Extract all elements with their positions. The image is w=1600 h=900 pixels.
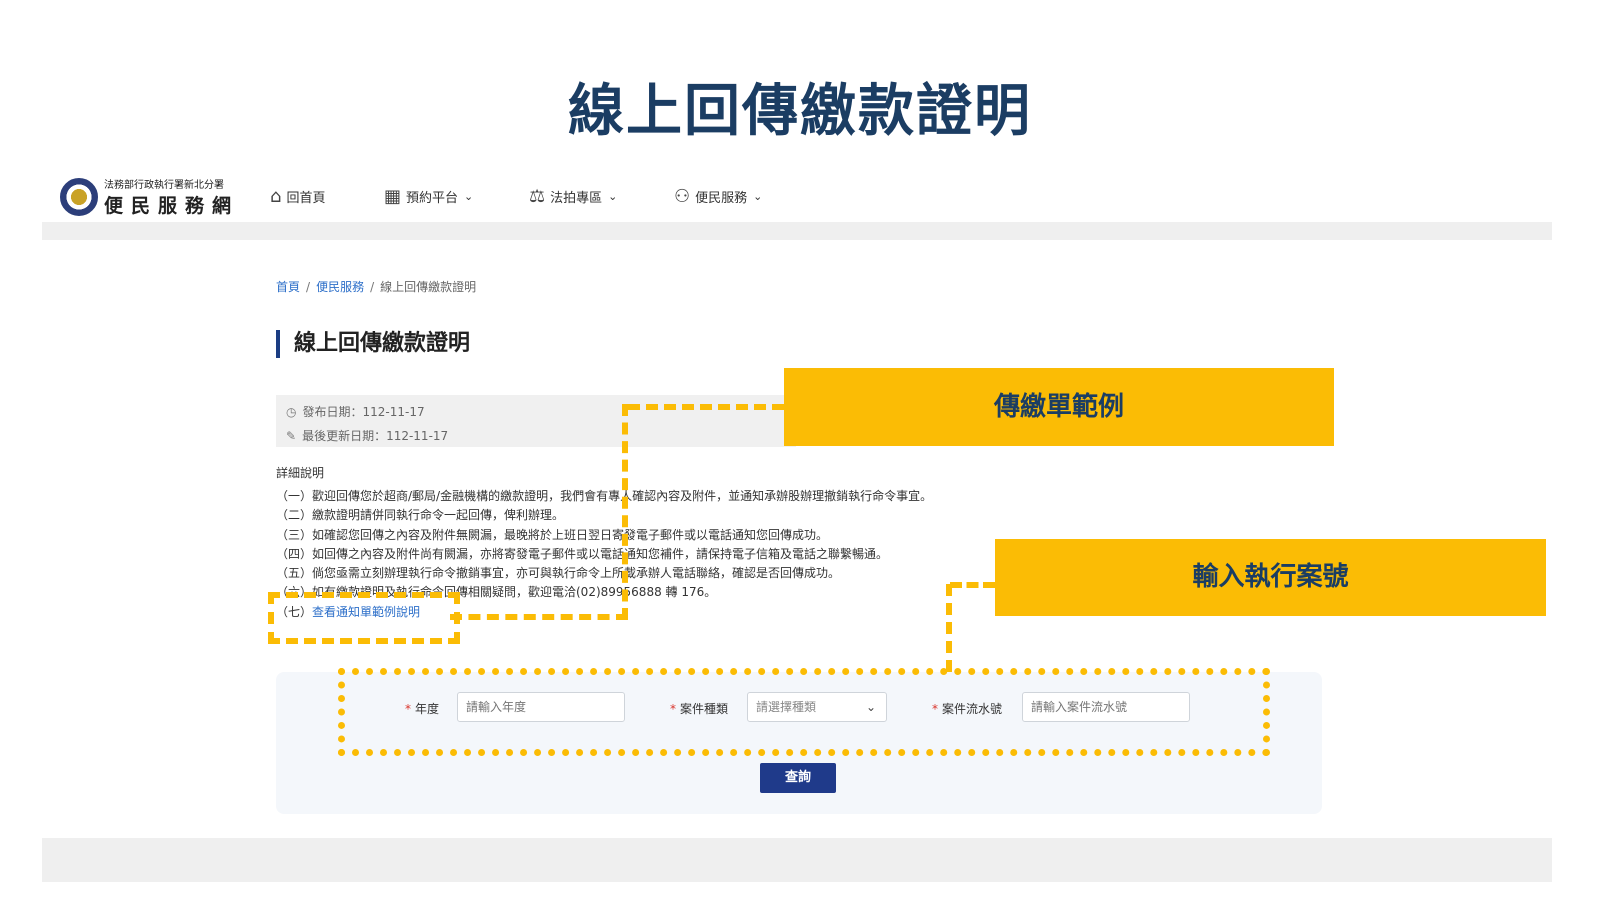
connector-line — [622, 404, 628, 620]
nav-item-booking[interactable]: ▦ 預約平台 ⌄ — [384, 186, 473, 207]
site-logo[interactable]: 法務部行政執行署新北分署 便民服務網 — [60, 176, 239, 218]
chevron-down-icon: ⌄ — [464, 190, 474, 203]
pencil-icon: ✎ — [286, 428, 297, 443]
header-divider-band — [42, 222, 1552, 240]
nav-item-label: 便民服務 — [695, 191, 748, 206]
agency-emblem-icon — [60, 178, 98, 216]
breadcrumb-section-link[interactable]: 便民服務 — [316, 280, 364, 294]
detail-item: （五）倘您亟需立刻辦理執行命令撤銷事宜，亦可與執行命令上所載承辦人電話聯絡，確認… — [276, 566, 841, 581]
search-button[interactable]: 查詢 — [760, 763, 836, 793]
highlight-link-box — [268, 592, 460, 644]
people-icon: ⚇ — [674, 186, 691, 207]
gavel-icon: ⚖ — [529, 186, 546, 207]
chevron-down-icon: ⌄ — [608, 190, 618, 203]
connector-line — [946, 584, 952, 672]
nav-item-home[interactable]: ⌂ 回首頁 — [270, 186, 325, 207]
connector-line — [950, 582, 995, 588]
callout-case-number: 輸入執行案號 — [995, 539, 1546, 616]
home-icon: ⌂ — [270, 186, 282, 207]
breadcrumb-current: 線上回傳繳款證明 — [380, 280, 477, 294]
breadcrumb-home-link[interactable]: 首頁 — [276, 280, 300, 294]
slide-title: 線上回傳繳款證明 — [568, 79, 1032, 144]
callout-notice-example: 傳繳單範例 — [784, 368, 1334, 446]
calendar-icon: ▦ — [384, 186, 402, 207]
chevron-down-icon: ⌄ — [753, 190, 763, 203]
page-title: 線上回傳繳款證明 — [276, 330, 470, 358]
clock-icon: ◷ — [286, 404, 297, 419]
footer-band — [42, 838, 1552, 882]
nav-item-services[interactable]: ⚇ 便民服務 ⌄ — [674, 186, 762, 207]
detail-item: （三）如確認您回傳之內容及附件無闕漏，最晚將於上班日翌日寄發電子郵件或以電話通知… — [276, 527, 829, 542]
detail-item: （二）繳款證明請併同執行命令一起回傳，俾利辦理。 — [276, 508, 565, 523]
detail-item: （四）如回傳之內容及附件尚有闕漏，亦將寄發電子郵件或以電話通知您補件，請保持電子… — [276, 546, 889, 561]
nav-item-auction[interactable]: ⚖ 法拍專區 ⌄ — [529, 186, 617, 207]
nav-item-label: 回首頁 — [286, 191, 326, 206]
updated-date: 最後更新日期：112-11-17 — [302, 429, 449, 443]
logo-site-name: 便民服務網 — [104, 195, 240, 217]
detail-item: （一）歡迎回傳您於超商/郵局/金融機構的繳款證明，我們會有專人確認內容及附件，並… — [276, 489, 933, 503]
detail-label: 詳細說明 — [276, 466, 325, 480]
connector-line — [450, 614, 628, 620]
published-date: 發布日期：112-11-17 — [302, 405, 425, 419]
meta-info-box: ◷ 發布日期：112-11-17 ✎ 最後更新日期：112-11-17 — [276, 395, 796, 447]
logo-agency-name: 法務部行政執行署新北分署 — [104, 180, 224, 191]
site-header: 法務部行政執行署新北分署 便民服務網 ⌂ 回首頁 ▦ 預約平台 ⌄ ⚖ 法拍專區… — [42, 170, 1552, 226]
nav-item-label: 法拍專區 — [550, 191, 603, 206]
nav-item-label: 預約平台 — [406, 191, 459, 206]
connector-line — [628, 404, 784, 410]
highlight-form-box — [338, 668, 1270, 756]
breadcrumb: 首頁 / 便民服務 / 線上回傳繳款證明 — [276, 280, 477, 294]
